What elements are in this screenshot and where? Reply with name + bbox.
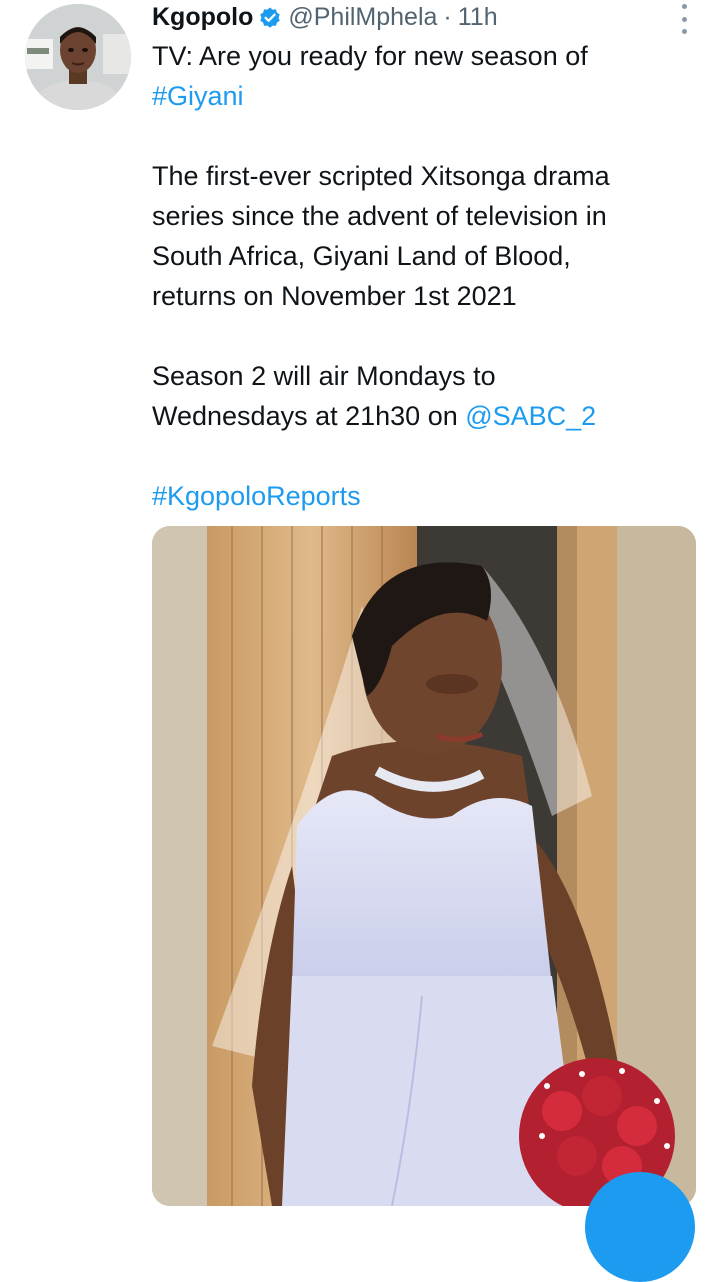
tweet: Kgopolo @PhilMphela · 11h TV: Are you re… xyxy=(0,0,720,1282)
avatar-photo xyxy=(25,4,131,110)
author-display-name[interactable]: Kgopolo xyxy=(152,0,253,34)
tweet-text-segment: Wednesdays at 21h30 on xyxy=(152,401,466,431)
tweet-text-line: The first-ever scripted Xitsonga drama xyxy=(152,161,610,191)
tweet-timestamp[interactable]: 11h xyxy=(458,0,498,34)
more-dot xyxy=(681,29,687,34)
author-avatar[interactable] xyxy=(25,4,131,110)
tweet-media-photo[interactable] xyxy=(152,526,696,1206)
verified-badge-icon xyxy=(258,5,282,29)
tweet-text-line: returns on November 1st 2021 xyxy=(152,281,517,311)
author-handle[interactable]: @PhilMphela xyxy=(288,0,437,34)
tweet-text-line: series since the advent of television in xyxy=(152,201,607,231)
more-dot xyxy=(681,4,687,9)
tweet-text-line: #Giyani xyxy=(152,76,692,116)
mention-link[interactable]: @SABC_2 xyxy=(465,401,596,431)
more-options-icon[interactable] xyxy=(678,4,690,34)
tweet-text-line: South Africa, Giyani Land of Blood, xyxy=(152,241,571,271)
tweet-text-line: #KgopoloReports xyxy=(152,476,692,516)
bride-photo xyxy=(152,526,696,1206)
hashtag-link[interactable]: #Giyani xyxy=(152,81,244,111)
tweet-text-line: TV: Are you ready for new season of xyxy=(152,41,588,71)
tweet-text-line: Wednesdays at 21h30 on @SABC_2 xyxy=(152,396,692,436)
compose-tweet-button[interactable] xyxy=(585,1172,695,1282)
header-separator: · xyxy=(443,3,452,31)
tweet-text-line: Season 2 will air Mondays to xyxy=(152,361,496,391)
tweet-header: Kgopolo @PhilMphela · 11h xyxy=(152,0,498,34)
more-dot xyxy=(681,16,687,22)
hashtag-link[interactable]: #KgopoloReports xyxy=(152,481,361,511)
